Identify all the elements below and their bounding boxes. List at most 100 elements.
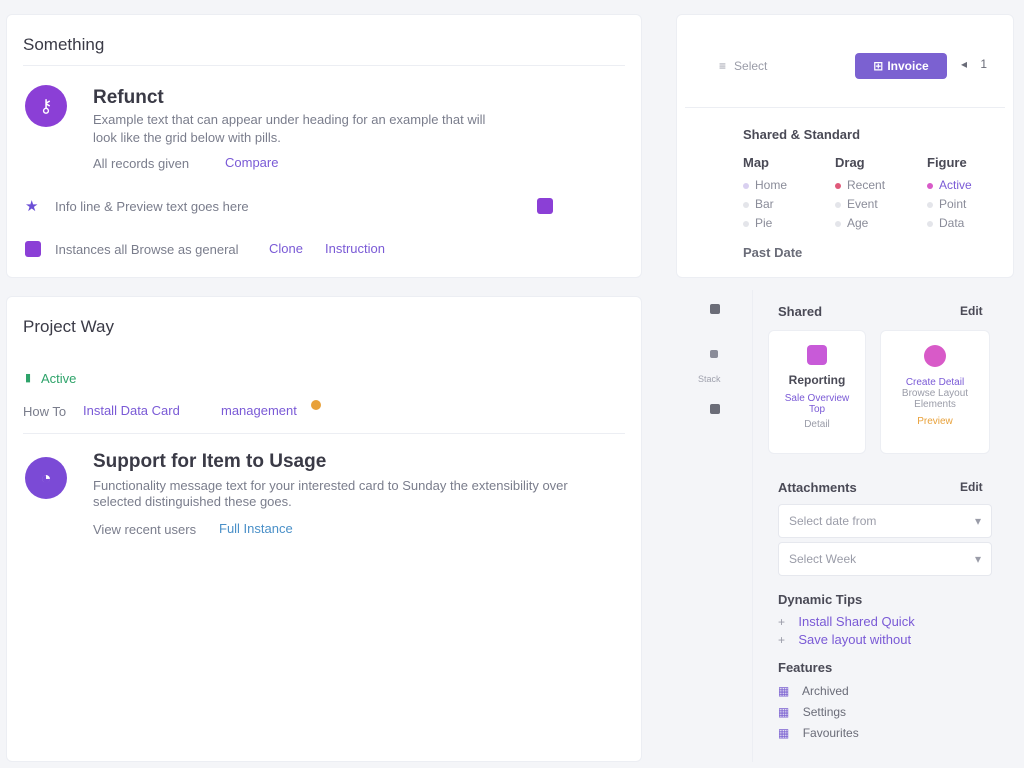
list-item[interactable]: Home	[743, 178, 787, 192]
item-meta: View recent users	[93, 522, 197, 537]
item-description-line-2: selected distinguished these goes.	[93, 494, 292, 509]
full-instance-link[interactable]: Full Instance	[219, 521, 293, 536]
column-drag: Drag Recent Event Age	[835, 155, 885, 230]
management-link[interactable]: management	[221, 403, 297, 418]
column-map: Map Home Bar Pie	[743, 155, 787, 230]
instruction-link[interactable]: Instruction	[325, 241, 385, 256]
week-select[interactable]: Select Week ▾	[778, 542, 992, 576]
project-card: Project Way ▮ Active How To Install Data…	[6, 296, 642, 762]
list-item-label: Age	[847, 216, 869, 230]
search-icon: ≡	[719, 59, 727, 73]
tile-line: Elements	[914, 399, 956, 410]
rail-label: Stack	[698, 374, 721, 384]
dot	[743, 220, 749, 227]
feature-label: Favourites	[802, 726, 859, 740]
list-item[interactable]: Age	[835, 216, 885, 230]
tile-line: Sale Overview	[784, 393, 850, 404]
feature-item[interactable]: ▦ Favourites	[778, 726, 859, 740]
list-item[interactable]: Pie	[743, 216, 787, 230]
item-description-line-2: look like the grid below with pills.	[93, 130, 281, 145]
column-head: Figure	[927, 155, 967, 170]
dynamic-title: Dynamic Tips	[778, 592, 863, 607]
list-item-label: Active	[939, 178, 972, 192]
quick-panel: ≡ Select ⊞ Invoice ◂ 1 Shared & Standard…	[676, 14, 1014, 278]
status-badge: Active	[41, 371, 77, 386]
archive-icon: ▦	[778, 684, 790, 698]
item-heading[interactable]: Refunct	[93, 87, 164, 109]
features-title: Features	[778, 660, 833, 675]
instances-line: Instances all Browse as general	[55, 242, 239, 257]
column-figure: Figure Active Point Data	[927, 155, 972, 230]
section-title: Project Way	[23, 317, 115, 336]
list-item-label: Event	[847, 197, 878, 211]
favourites-icon: ▦	[778, 726, 790, 740]
feature-item[interactable]: ▦ Archived	[778, 684, 849, 698]
list-item[interactable]: Recent	[835, 178, 885, 192]
list-item[interactable]: Active	[927, 178, 972, 192]
detail-panel: Shared Edit Reporting Sale Overview Top …	[760, 290, 1014, 762]
list-item[interactable]: Point	[927, 197, 972, 211]
clone-link[interactable]: Clone	[269, 241, 303, 256]
tile-line: Create Detail	[905, 377, 965, 388]
column-head: Drag	[835, 155, 865, 170]
list-item[interactable]: Event	[835, 197, 885, 211]
compare-link[interactable]: Compare	[225, 155, 278, 170]
dot	[743, 201, 749, 208]
list-item-label: Point	[939, 197, 967, 211]
support-icon[interactable]: ◔	[25, 457, 67, 499]
dynamic-link: Install Shared Quick	[798, 614, 915, 629]
message-icon[interactable]	[537, 198, 553, 214]
column-head: Map	[743, 155, 769, 170]
list-item[interactable]: Data	[927, 216, 972, 230]
invoice-label: Invoice	[887, 59, 929, 73]
panel-heading: Shared & Standard	[743, 127, 861, 142]
list-item-label: Data	[939, 216, 965, 230]
list-item[interactable]: Bar	[743, 197, 787, 211]
item-meta: All records given	[93, 156, 190, 171]
pager[interactable]: ◂ 1	[961, 57, 987, 71]
grid-icon[interactable]	[710, 304, 720, 314]
list-item-label: Home	[755, 178, 788, 192]
dot	[835, 182, 841, 189]
layer-icon[interactable]	[710, 404, 720, 414]
invoice-button[interactable]: ⊞ Invoice	[855, 53, 947, 79]
search-input[interactable]: ≡ Select	[709, 49, 849, 83]
dynamic-link-row[interactable]: + Save layout without	[778, 632, 911, 647]
icon-rail: Stack	[686, 290, 746, 762]
chevron-down-icon: ▾	[974, 514, 981, 528]
dot	[743, 182, 749, 189]
key-icon[interactable]: ⚷	[25, 85, 67, 127]
rail-divider	[752, 290, 753, 762]
invoice-icon: ⊞	[873, 59, 884, 73]
item-heading[interactable]: Support for Item to Usage	[93, 451, 326, 473]
divider	[685, 107, 1005, 108]
section-title: Something	[23, 35, 105, 54]
dot	[835, 220, 841, 227]
item-description-line-1: Example text that can appear under headi…	[93, 112, 486, 127]
edit-link[interactable]: Edit	[960, 480, 983, 494]
list-item-label: Bar	[755, 197, 774, 211]
feature-label: Settings	[802, 705, 847, 719]
section-title: Shared	[778, 304, 823, 319]
create-icon	[924, 345, 946, 367]
reporting-tile[interactable]: Reporting Sale Overview Top Detail	[768, 330, 866, 454]
dynamic-link: Save layout without	[798, 632, 912, 647]
create-tile[interactable]: Create Detail Browse Layout Elements Pre…	[880, 330, 990, 454]
install-link[interactable]: Install Data Card	[83, 403, 180, 418]
status-icon: ▮	[25, 372, 32, 384]
tile-line: Browse Layout	[901, 388, 969, 399]
tile-line: Top	[808, 404, 826, 415]
date-select[interactable]: Select date from ▾	[778, 504, 992, 538]
tile-line: Detail	[804, 419, 830, 430]
divider	[23, 65, 625, 66]
settings-icon: ▦	[778, 705, 790, 719]
search-placeholder: Select	[734, 59, 768, 73]
chevron-down-icon: ▾	[974, 552, 981, 566]
feature-item[interactable]: ▦ Settings	[778, 705, 846, 719]
panel-footer: Past Date	[743, 245, 803, 260]
star-icon: ★	[25, 198, 39, 215]
dynamic-link-row[interactable]: + Install Shared Quick	[778, 614, 915, 629]
dot	[927, 182, 933, 189]
plus-icon[interactable]	[710, 350, 718, 358]
edit-link[interactable]: Edit	[960, 304, 983, 318]
